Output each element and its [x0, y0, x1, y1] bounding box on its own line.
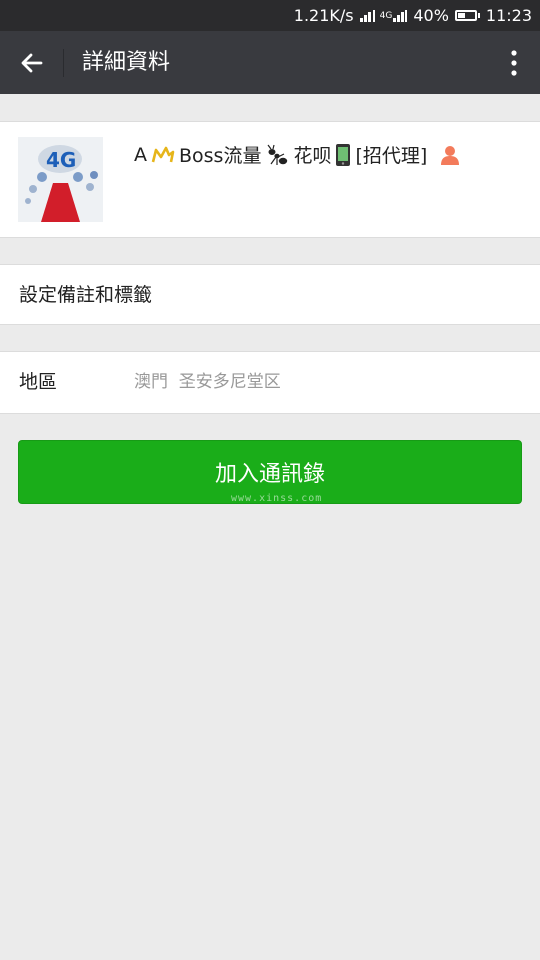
nickname-part: Boss流量	[179, 145, 262, 167]
region-label: 地區	[19, 371, 58, 393]
person-icon	[439, 144, 461, 166]
cellular-signal-icon	[393, 9, 408, 22]
network-type: 4G	[379, 10, 393, 21]
wifi-signal-icon	[359, 9, 375, 22]
region-value: 澳門 圣安多尼堂区	[134, 372, 281, 392]
cellular-signal: 4G	[379, 9, 408, 22]
title-bar: 詳細資料	[0, 31, 540, 94]
remark-tag-row[interactable]: 設定備註和標籤	[0, 264, 540, 325]
status-bar: 1.21K/s 4G 40% 11:23	[0, 0, 540, 31]
crown-icon	[151, 146, 175, 164]
network-speed: 1.21K/s	[293, 6, 354, 25]
page-title: 詳細資料	[82, 50, 171, 75]
more-vertical-icon[interactable]	[502, 41, 526, 85]
phone-icon	[335, 143, 351, 167]
nickname-part: [招代理]	[355, 145, 428, 167]
battery-percent: 40%	[413, 6, 449, 25]
nickname-part: A	[134, 143, 147, 166]
profile-card: 4G A Boss流量 花呗 [招代理]	[0, 121, 540, 238]
clock: 11:23	[485, 6, 532, 25]
remark-tag-label: 設定備註和標籤	[19, 284, 153, 306]
avatar-label: 4G	[46, 148, 76, 172]
avatar[interactable]: 4G	[18, 137, 103, 222]
nickname: A Boss流量 花呗 [招代理]	[134, 141, 461, 168]
battery-icon	[454, 10, 480, 21]
back-arrow-icon[interactable]	[10, 41, 54, 85]
title-divider	[63, 49, 64, 77]
nickname-part: 花呗	[293, 145, 332, 167]
ant-icon	[265, 144, 289, 166]
add-to-contacts-label: 加入通訊錄	[214, 462, 325, 487]
region-row: 地區 澳門 圣安多尼堂区	[0, 351, 540, 414]
watermark: www.xinss.com	[231, 493, 323, 504]
